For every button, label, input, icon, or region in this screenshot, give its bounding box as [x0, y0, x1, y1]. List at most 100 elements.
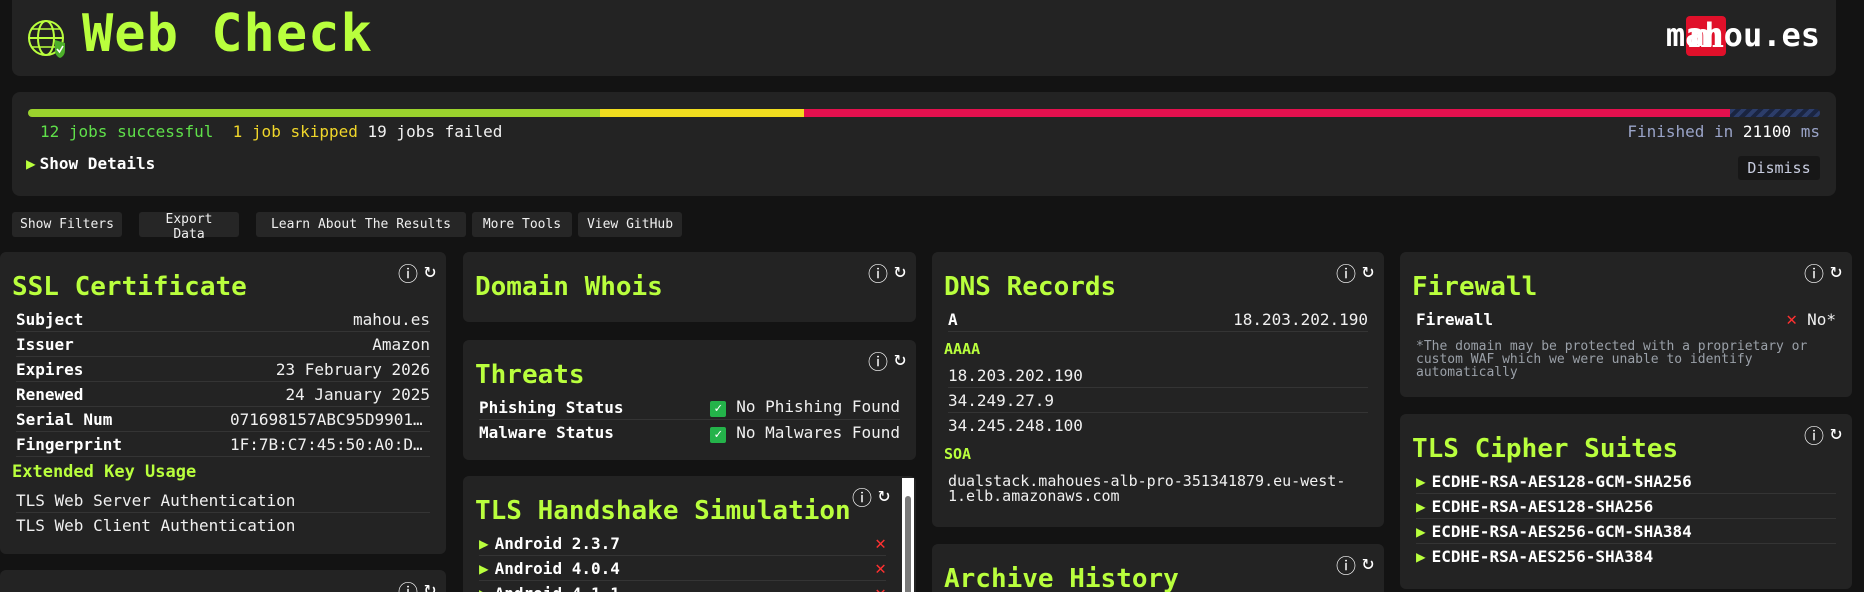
item-label: ▶ Android 4.0.4: [479, 559, 620, 578]
cipher-name: ECDHE-RSA-AES256-SHA384: [1431, 547, 1654, 566]
info-icon[interactable]: ⓘ: [1336, 550, 1356, 579]
learn-results-button[interactable]: Learn About The Results: [256, 212, 466, 237]
info-icon[interactable]: ⓘ: [1804, 258, 1824, 287]
list-item[interactable]: ▶ ECDHE-RSA-AES128-GCM-SHA256: [1416, 469, 1836, 494]
expand-triangle-icon: ▶: [26, 154, 36, 173]
show-filters-button[interactable]: Show Filters: [12, 212, 122, 237]
card-title: Firewall: [1412, 272, 1538, 302]
list-item[interactable]: ▶ Android 4.0.4 ✕: [479, 556, 886, 581]
refresh-icon[interactable]: ↻: [1830, 420, 1842, 449]
info-icon[interactable]: ⓘ: [398, 576, 418, 592]
list-item[interactable]: ▶ Android 4.1.1 ✕: [479, 581, 886, 592]
section-heading: Extended Key Usage: [12, 462, 197, 482]
expand-triangle-icon: ▶: [1416, 496, 1426, 516]
card-actions: ⓘ ↻: [398, 258, 436, 287]
info-icon[interactable]: ⓘ: [1804, 420, 1824, 449]
refresh-icon[interactable]: ↻: [878, 482, 890, 511]
scrollbar[interactable]: [902, 478, 914, 592]
card-actions: ⓘ ↻: [1804, 420, 1842, 449]
dismiss-button[interactable]: Dismiss: [1738, 156, 1820, 180]
scrollbar-thumb[interactable]: [905, 496, 911, 592]
card-title: TLS Handshake Simulation: [475, 496, 851, 526]
globe-shield-icon: [28, 20, 65, 58]
card-title: Domain Whois: [475, 272, 663, 302]
header-bar: Web Check m mahou.es: [12, 0, 1836, 76]
client-name: Android 2.3.7: [494, 533, 620, 553]
expand-triangle-icon: ▶: [1416, 521, 1426, 541]
progress-skipped-segment: [599, 109, 804, 117]
expand-triangle-icon: ▶: [479, 533, 489, 553]
list-item[interactable]: ▶ ECDHE-RSA-AES256-SHA384: [1416, 544, 1836, 569]
card-actions: ⓘ ↻: [868, 258, 906, 287]
item-label: ▶ ECDHE-RSA-AES256-GCM-SHA384: [1416, 522, 1692, 541]
show-details-label: Show Details: [39, 154, 156, 173]
jobs-failed: 19 jobs failed: [367, 122, 503, 141]
refresh-icon[interactable]: ↻: [424, 576, 436, 592]
kv-row: Firewall ✕ No*: [1416, 307, 1836, 332]
row-value: 18.203.202.190: [1233, 309, 1368, 329]
info-icon[interactable]: ⓘ: [868, 346, 888, 375]
cipher-name: ECDHE-RSA-AES256-GCM-SHA384: [1431, 521, 1692, 541]
info-icon[interactable]: ⓘ: [1336, 258, 1356, 287]
row-value: ✕ No*: [1786, 309, 1836, 330]
info-icon[interactable]: ⓘ: [868, 258, 888, 287]
status-text: No Malwares Found: [736, 422, 900, 442]
list-item: 34.245.248.100: [948, 416, 1083, 435]
cipher-name: ECDHE-RSA-AES128-SHA256: [1431, 496, 1654, 516]
progress-remaining-segment: [1730, 109, 1820, 117]
info-icon[interactable]: ⓘ: [852, 482, 872, 511]
cipher-name: ECDHE-RSA-AES128-GCM-SHA256: [1431, 471, 1692, 491]
expand-triangle-icon: ▶: [479, 558, 489, 578]
row-key: Serial Num: [16, 409, 113, 429]
list-item[interactable]: ▶ ECDHE-RSA-AES256-GCM-SHA384: [1416, 519, 1836, 544]
refresh-icon[interactable]: ↻: [1362, 258, 1374, 287]
row-key: Fingerprint: [16, 434, 122, 454]
refresh-icon[interactable]: ↻: [424, 258, 436, 287]
row-value: mahou.es: [352, 309, 430, 329]
kv-row: A 18.203.202.190: [948, 307, 1368, 332]
expand-triangle-icon: ▶: [1416, 471, 1426, 491]
card-title: SSL Certificate: [12, 272, 247, 302]
show-details-toggle[interactable]: ▶ Show Details: [26, 154, 155, 173]
card-title: DNS Records: [944, 272, 1117, 302]
item-label: ▶ Android 2.3.7: [479, 534, 620, 553]
card-title: Archive History: [944, 564, 1179, 592]
section-heading: SOA: [944, 445, 972, 463]
kv-row: Serial Num 071698157ABC95D9901...: [16, 407, 430, 432]
section-heading: AAAA: [944, 340, 981, 358]
expand-triangle-icon: ▶: [479, 584, 489, 592]
refresh-icon[interactable]: ↻: [894, 346, 906, 375]
archive-history-card: ⓘ ↻ Archive History: [932, 544, 1384, 592]
list-item: TLS Web Server Authentication: [16, 488, 430, 513]
kv-row: Malware Status ✓ No Malwares Found: [479, 420, 900, 445]
ssl-certificate-card: ⓘ ↻ SSL Certificate Subject mahou.es Issu…: [0, 252, 446, 554]
row-key: Renewed: [16, 384, 84, 404]
fail-x-icon: ✕: [875, 532, 886, 554]
list-item[interactable]: ▶ ECDHE-RSA-AES128-SHA256: [1416, 494, 1836, 519]
kv-row: Expires 23 February 2026: [16, 357, 430, 382]
list-item[interactable]: ▶ Android 2.3.7 ✕: [479, 531, 886, 556]
info-icon[interactable]: ⓘ: [398, 258, 418, 287]
card-actions: ⓘ ↻: [852, 482, 890, 511]
more-tools-button[interactable]: More Tools: [472, 212, 572, 237]
fail-x-icon: ✕: [875, 557, 886, 579]
check-icon: ✓: [710, 401, 727, 417]
refresh-icon[interactable]: ↻: [1362, 550, 1374, 579]
row-value: Amazon: [372, 334, 430, 354]
refresh-icon[interactable]: ↻: [1830, 258, 1842, 287]
domain-whois-card: ⓘ ↻ Domain Whois: [463, 252, 916, 322]
card-title: TLS Cipher Suites: [1412, 434, 1679, 464]
threats-card: ⓘ ↻ Threats Phishing Status ✓ No Phishing …: [463, 340, 916, 460]
firewall-note: *The domain may be protected with a prop…: [1416, 339, 1808, 380]
row-key: Subject: [16, 309, 84, 329]
refresh-icon[interactable]: ↻: [894, 258, 906, 287]
export-data-button[interactable]: Export Data: [139, 212, 239, 242]
jobs-skipped: 1 job skipped: [232, 122, 358, 141]
site-name: mahou.es: [1665, 16, 1820, 54]
row-key: A: [948, 309, 958, 329]
view-github-button[interactable]: View GitHub: [578, 212, 682, 237]
kv-row: Subject mahou.es: [16, 307, 430, 332]
finished-value: 21100: [1742, 122, 1792, 141]
kv-row: Issuer Amazon: [16, 332, 430, 357]
item-label: ▶ ECDHE-RSA-AES128-SHA256: [1416, 497, 1653, 516]
